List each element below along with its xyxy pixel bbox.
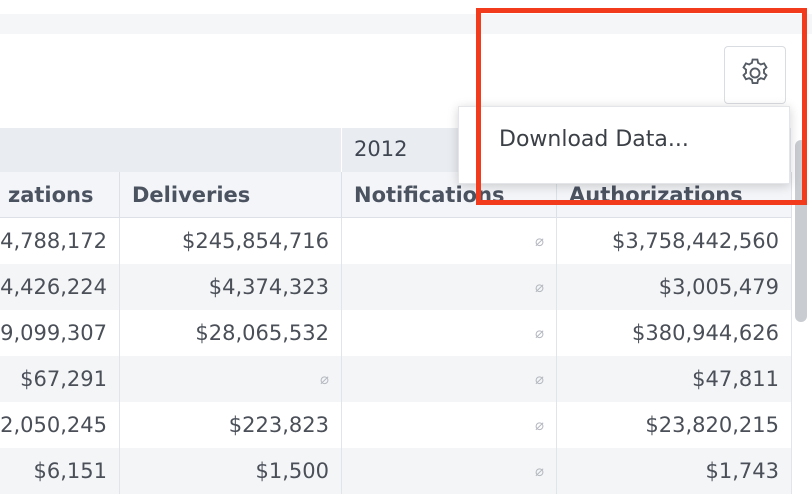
table-cell: 9,099,307 <box>0 310 120 356</box>
table-row: $6,151 $1,500 ⌀ $1,743 <box>0 448 792 494</box>
null-value: ⌀ <box>342 310 557 356</box>
column-header[interactable]: zations <box>0 172 120 218</box>
group-header-label: 2012 <box>354 137 408 161</box>
table-row: 4,426,224 $4,374,323 ⌀ $3,005,479 <box>0 264 792 310</box>
table-cell: $67,291 <box>0 356 120 402</box>
table-cell: $3,758,442,560 <box>557 218 792 264</box>
table-cell: $47,811 <box>557 356 792 402</box>
table-cell: $380,944,626 <box>557 310 792 356</box>
null-value: ⌀ <box>120 356 342 402</box>
group-header-cell <box>0 128 342 172</box>
table-cell: $1,743 <box>557 448 792 494</box>
table-cell: $23,820,215 <box>557 402 792 448</box>
table-body: 4,788,172 $245,854,716 ⌀ $3,758,442,560 … <box>0 218 792 494</box>
table-cell: $245,854,716 <box>120 218 342 264</box>
table-row: 4,788,172 $245,854,716 ⌀ $3,758,442,560 <box>0 218 792 264</box>
table-cell: 2,050,245 <box>0 402 120 448</box>
table-cell: $223,823 <box>120 402 342 448</box>
table-row: 2,050,245 $223,823 ⌀ $23,820,215 <box>0 402 792 448</box>
null-value: ⌀ <box>342 402 557 448</box>
table-cell: 4,788,172 <box>0 218 120 264</box>
null-value: ⌀ <box>342 264 557 310</box>
highlight-annotation-box <box>476 8 807 205</box>
column-header[interactable]: Deliveries <box>120 172 342 218</box>
null-value: ⌀ <box>342 218 557 264</box>
table-cell: $1,500 <box>120 448 342 494</box>
table-cell: $4,374,323 <box>120 264 342 310</box>
table-cell: $28,065,532 <box>120 310 342 356</box>
table-cell: $3,005,479 <box>557 264 792 310</box>
table-cell: $6,151 <box>0 448 120 494</box>
table-cell: 4,426,224 <box>0 264 120 310</box>
null-value: ⌀ <box>342 356 557 402</box>
table-row: 9,099,307 $28,065,532 ⌀ $380,944,626 <box>0 310 792 356</box>
table-row: $67,291 ⌀ ⌀ $47,811 <box>0 356 792 402</box>
null-value: ⌀ <box>342 448 557 494</box>
